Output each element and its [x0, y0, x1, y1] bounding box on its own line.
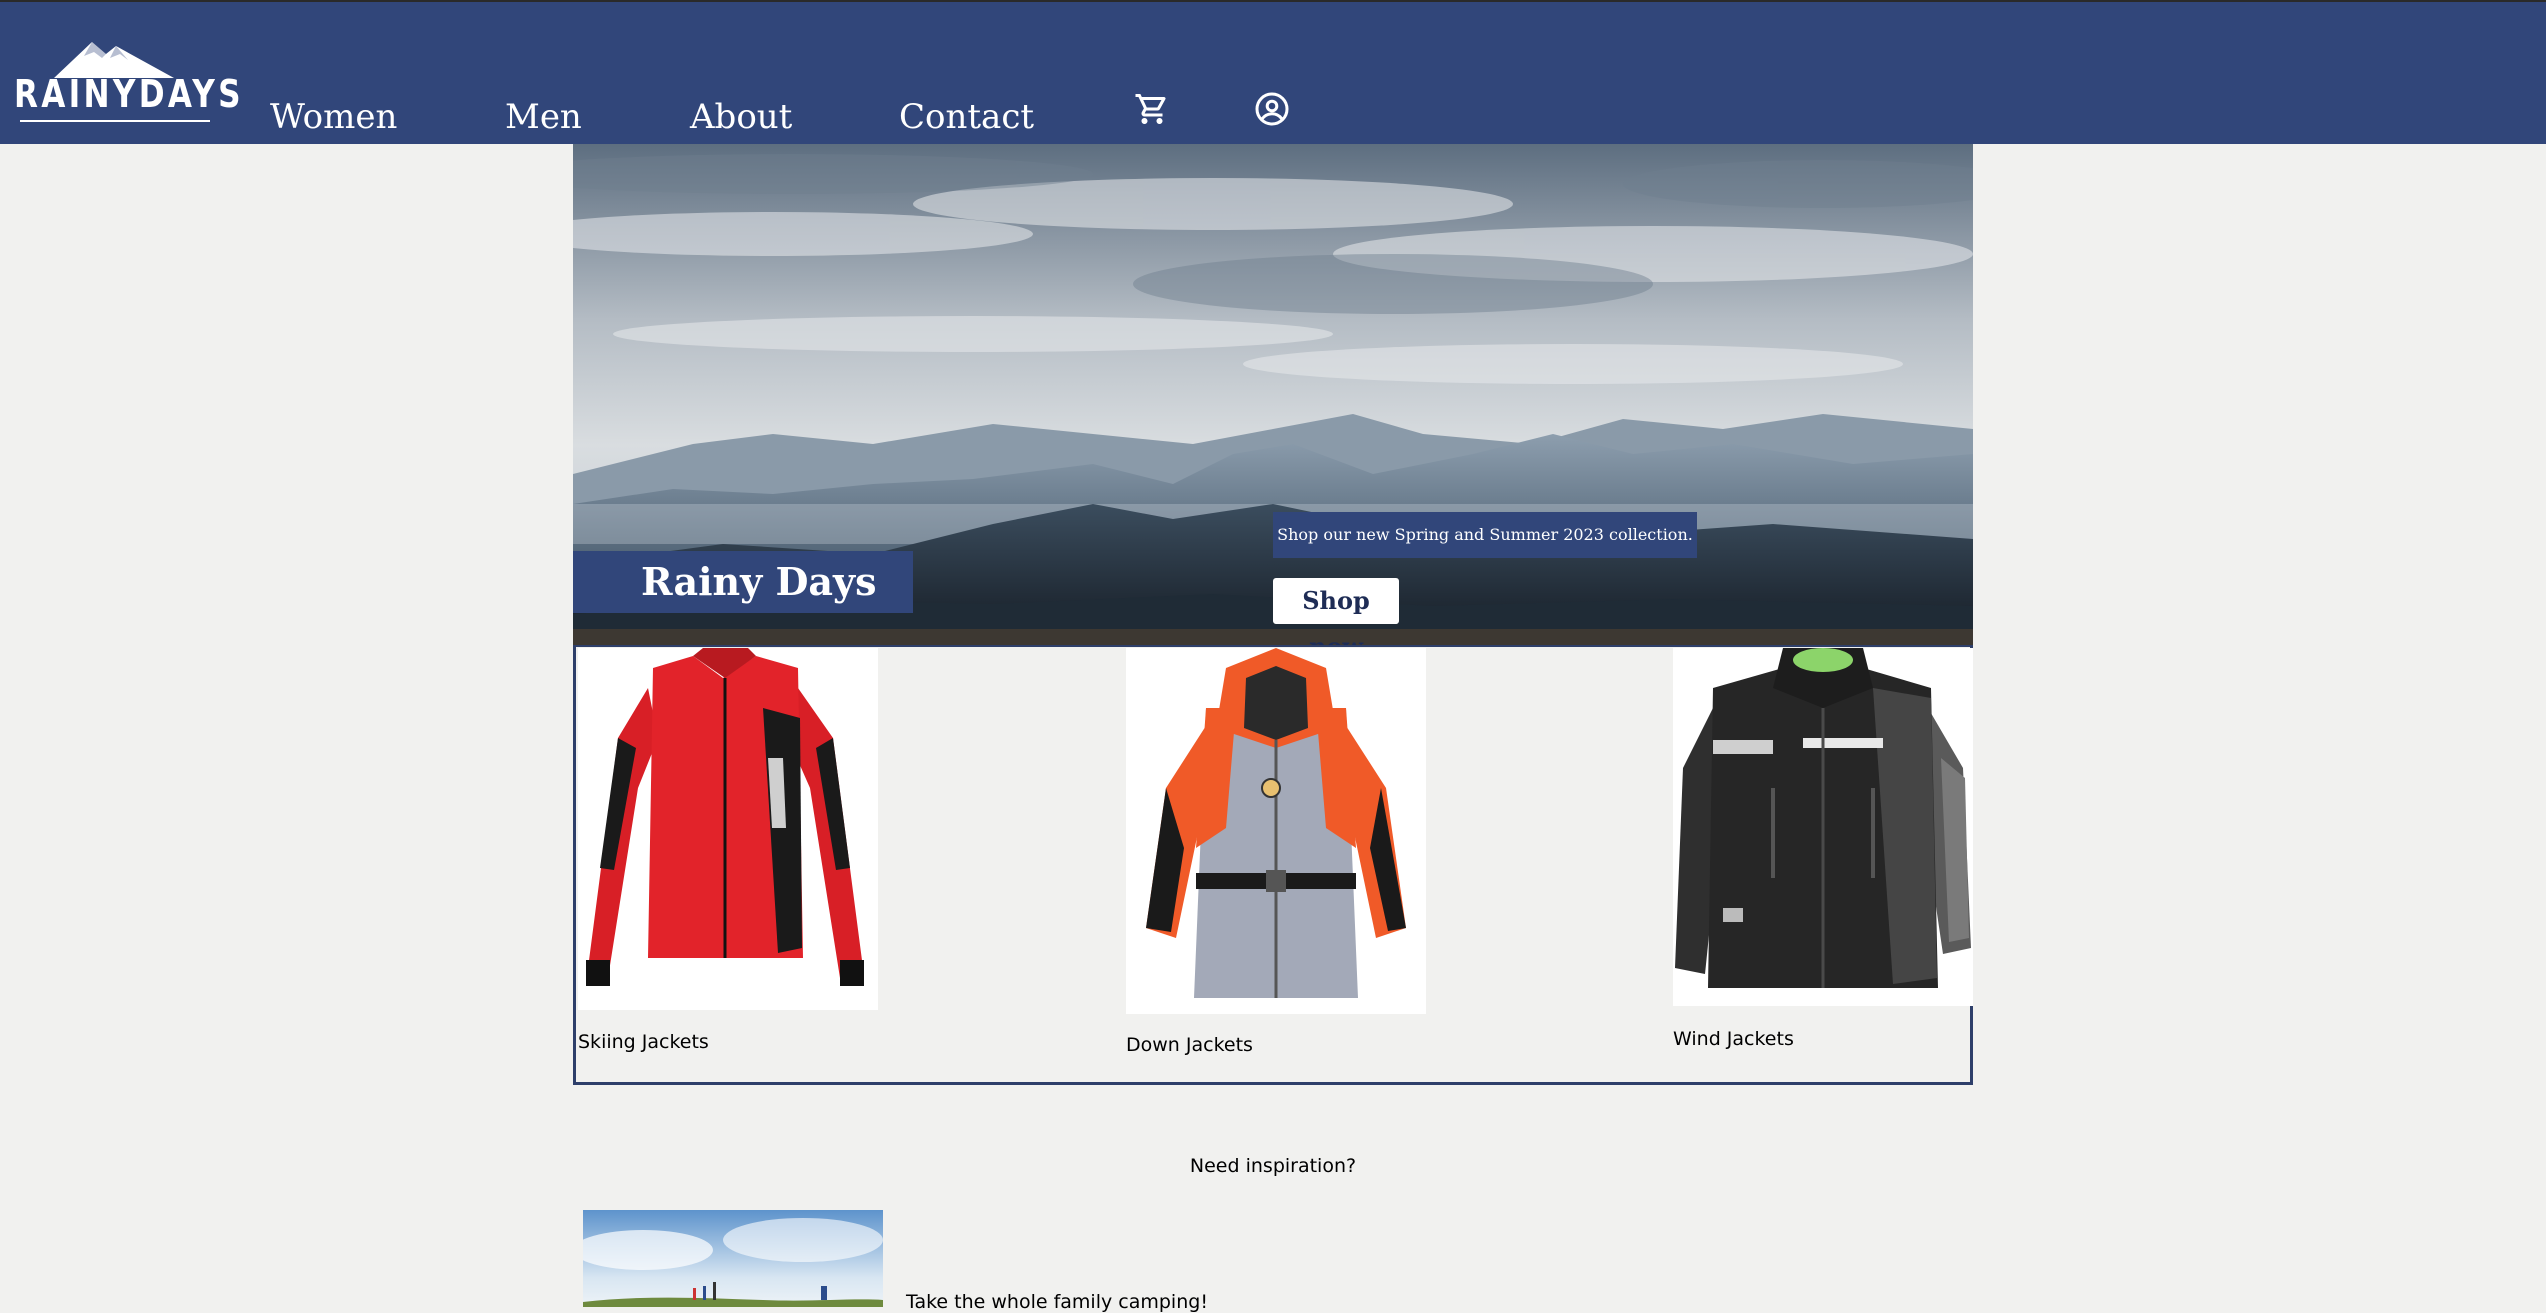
skiing-jacket-image — [578, 648, 878, 1010]
hero-promo-text: Shop our new Spring and Summer 2023 coll… — [1273, 512, 1697, 558]
logo-text: RAINYDAYS — [14, 72, 244, 116]
camping-image[interactable] — [583, 1210, 883, 1307]
hero-banner: Rainy Days Shop our new Spring and Summe… — [573, 144, 1973, 646]
product-label: Wind Jackets — [1673, 1028, 1794, 1050]
product-label: Skiing Jackets — [578, 1031, 709, 1053]
logo-underline — [20, 120, 210, 122]
shopping-cart-icon[interactable] — [1134, 91, 1170, 127]
shop-now-button[interactable]: Shop now — [1273, 578, 1399, 646]
nav-women[interactable]: Women — [270, 97, 397, 137]
nav-about[interactable]: About — [690, 97, 792, 137]
product-categories: Skiing Jackets Down Jackets Wind Jackets — [573, 645, 1973, 1085]
wind-jacket-image — [1673, 648, 1973, 1006]
nav-men[interactable]: Men — [505, 97, 582, 137]
product-card-wind[interactable]: Wind Jackets — [1673, 648, 1973, 1068]
down-jacket-image — [1126, 648, 1426, 1014]
product-label: Down Jackets — [1126, 1034, 1253, 1056]
nav-contact[interactable]: Contact — [899, 97, 1034, 137]
hero-title: Rainy Days — [573, 551, 913, 613]
site-header: RAINYDAYS Women Men About Contact — [0, 0, 2546, 144]
inspiration-text: Take the whole family camping! — [906, 1291, 1208, 1313]
product-card-skiing[interactable]: Skiing Jackets — [578, 648, 878, 1068]
inspiration-heading: Need inspiration? — [1189, 1155, 1357, 1177]
product-card-down[interactable]: Down Jackets — [1126, 648, 1426, 1068]
logo[interactable]: RAINYDAYS — [14, 38, 244, 128]
account-circle-icon[interactable] — [1254, 91, 1290, 127]
